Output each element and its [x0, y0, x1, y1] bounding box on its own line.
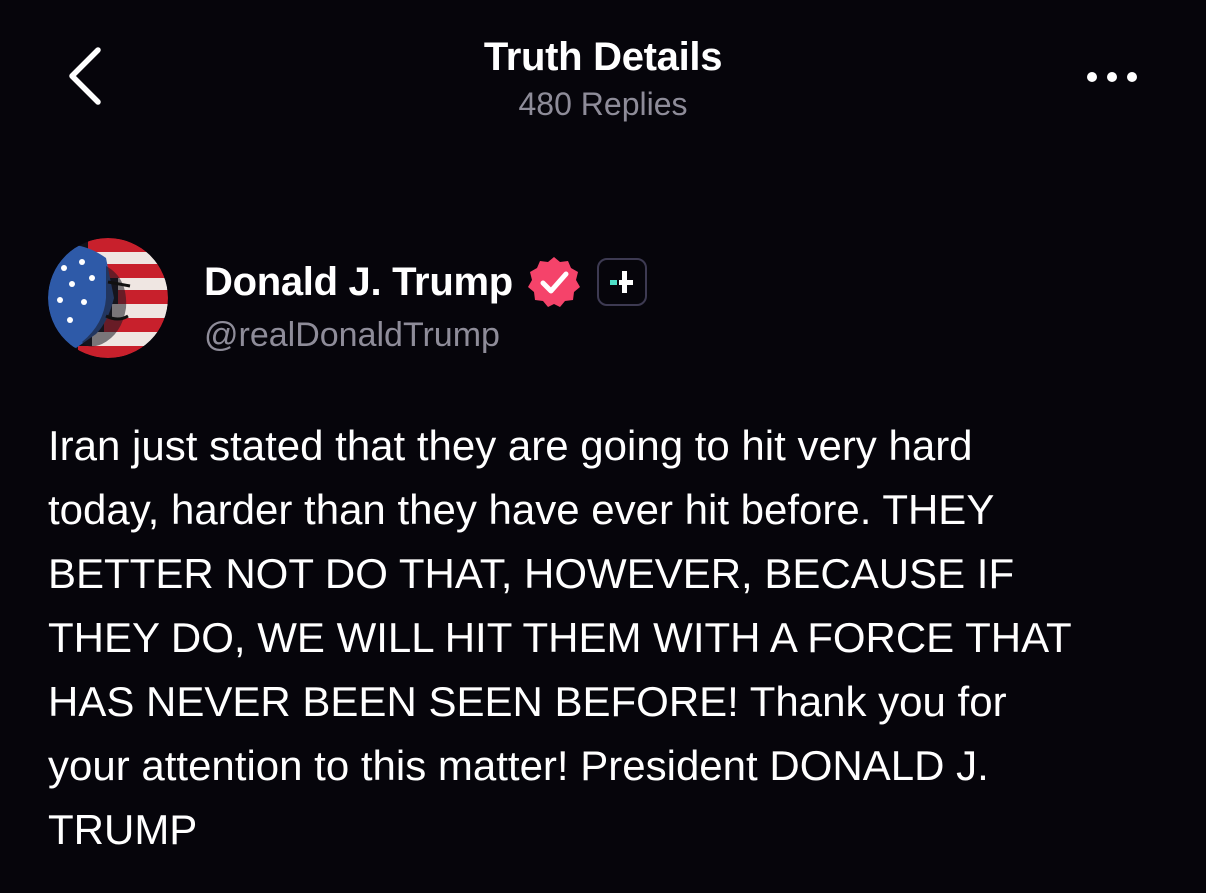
- truth-details-screen: Truth Details 480 Replies Donald J. Trum…: [0, 0, 1206, 893]
- avatar-image: [48, 238, 168, 358]
- verified-badge-icon: [527, 257, 580, 307]
- avatar[interactable]: [48, 238, 168, 358]
- post-body-text: Iran just stated that they are going to …: [48, 422, 1072, 853]
- author-handle[interactable]: @realDonaldTrump: [204, 316, 500, 355]
- author-row: Donald J. Trump @realDonaldTrump: [48, 238, 1148, 362]
- more-options-button[interactable]: [1084, 62, 1140, 92]
- header-title-group: Truth Details 480 Replies: [0, 34, 1206, 126]
- header-bar: Truth Details 480 Replies: [0, 0, 1206, 140]
- page-title: Truth Details: [483, 35, 723, 79]
- author-name[interactable]: Donald J. Trump: [204, 260, 513, 305]
- reply-count: 480 Replies: [518, 86, 688, 122]
- truth-plus-icon: [609, 271, 633, 293]
- truth-plus-badge: [596, 258, 647, 306]
- more-horizontal-icon: [1087, 72, 1137, 82]
- author-name-row: Donald J. Trump: [204, 254, 647, 310]
